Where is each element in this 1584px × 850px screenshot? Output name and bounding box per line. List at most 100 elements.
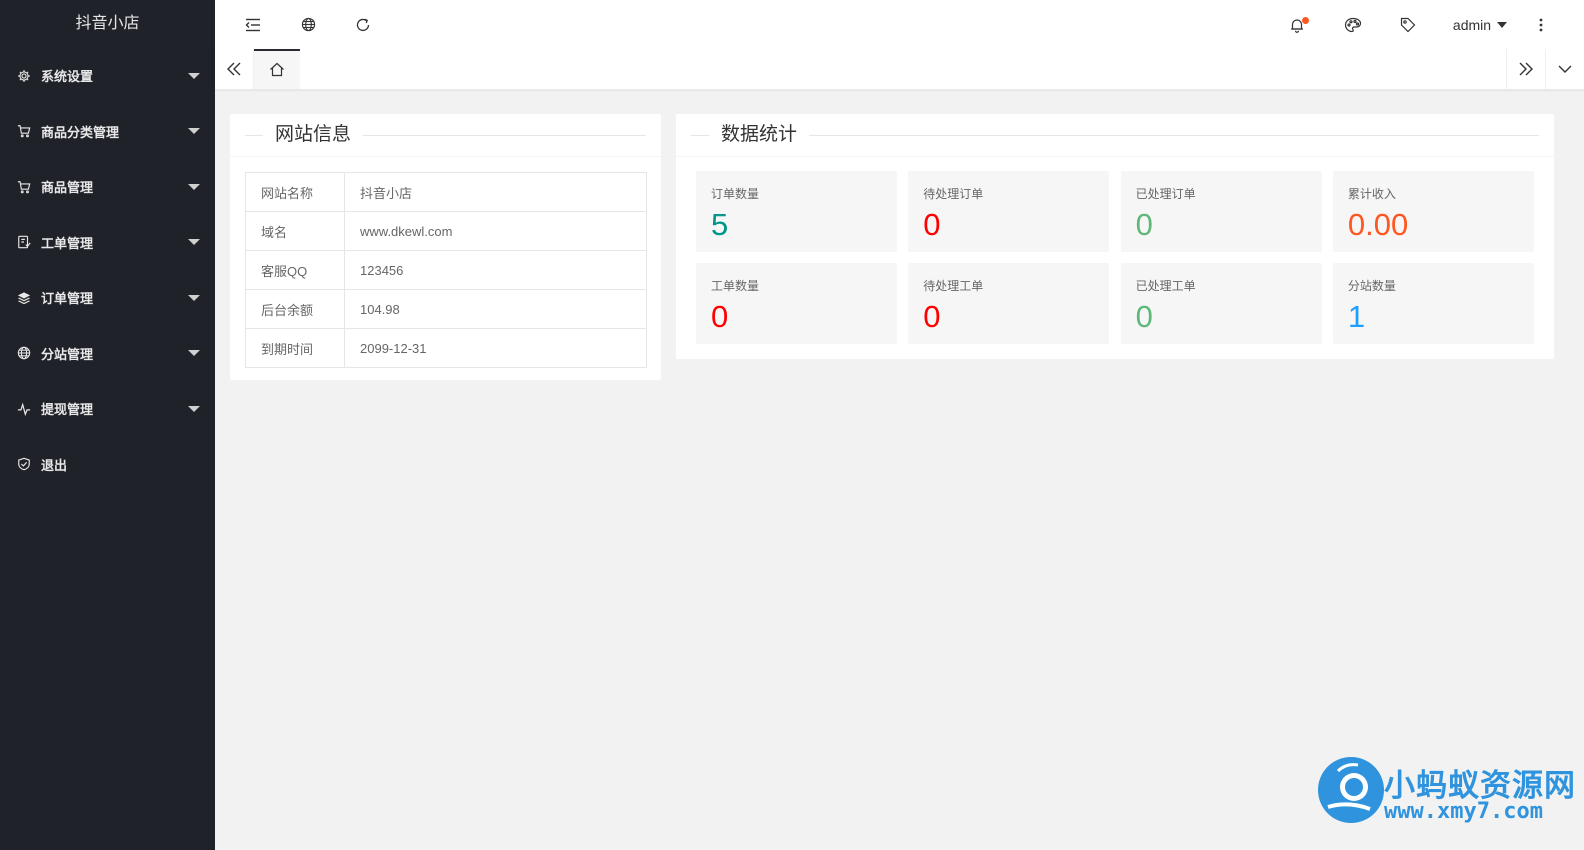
sidebar-item-label: 商品分类管理 — [41, 124, 120, 140]
ticket-icon — [17, 235, 31, 249]
site-info-table: 网站名称 抖音小店 域名 www.dkewl.com 客服QQ 123456 后台余额 104… — [245, 172, 647, 368]
info-key: 到期时间 — [245, 328, 345, 368]
more-button[interactable] — [1529, 0, 1553, 49]
table-row: 网站名称 抖音小店 — [245, 172, 647, 212]
stat-tile: 已处理订单 0 — [1120, 171, 1322, 252]
watermark-url: www.xmy7.com — [1384, 799, 1543, 824]
tag-icon — [1400, 17, 1416, 32]
stat-label: 待处理工单 — [923, 279, 984, 293]
info-value: 2099-12-31 — [344, 328, 647, 368]
caret-down-icon — [188, 239, 200, 246]
caret-down-icon — [188, 294, 200, 301]
sidebar-item-2[interactable]: 商品管理 — [0, 159, 215, 215]
sidebar-nav: 系统设置商品分类管理 商品管理工单管理订单管理分站管理提现管理退出 — [0, 48, 215, 492]
layers-icon — [17, 291, 31, 305]
shield-icon — [17, 457, 31, 471]
notification-button[interactable] — [1283, 0, 1311, 49]
stat-value: 0 — [711, 299, 729, 334]
sidebar-item-label: 商品管理 — [41, 180, 94, 196]
username-label: admin — [1452, 16, 1492, 33]
cart-icon — [17, 124, 31, 138]
stat-label: 待处理订单 — [923, 187, 984, 201]
divider — [691, 135, 1539, 136]
stat-tile: 累计收入 0.00 — [1332, 171, 1534, 252]
home-icon — [270, 62, 284, 76]
tab-scroll-right-button[interactable] — [1506, 49, 1545, 89]
user-menu[interactable]: admin — [1445, 0, 1515, 49]
caret-down-icon — [188, 128, 200, 135]
stat-tile: 订单数量 5 — [696, 171, 897, 252]
stat-value: 0 — [923, 207, 941, 242]
sidebar-item-label: 系统设置 — [41, 69, 94, 85]
palette-icon — [1344, 17, 1362, 32]
frontend-button[interactable] — [294, 0, 322, 49]
stat-label: 已处理工单 — [1135, 279, 1196, 293]
sidebar-item-1[interactable]: 商品分类管理 — [0, 104, 215, 160]
sidebar-item-6[interactable]: 提现管理 — [0, 381, 215, 437]
more-vertical-icon — [1539, 18, 1543, 31]
sidebar-item-3[interactable]: 工单管理 — [0, 215, 215, 271]
info-value: 104.98 — [344, 289, 647, 329]
info-key: 后台余额 — [245, 289, 345, 329]
site-info-card: 网站信息 网站名称 抖音小店 域名 www.dkewl.com 客服QQ 123456 后台… — [230, 114, 661, 380]
top-header: admin — [215, 0, 1584, 50]
caret-down-icon — [188, 350, 200, 357]
table-row: 域名 www.dkewl.com — [245, 211, 647, 251]
tab-bar — [215, 49, 1584, 90]
stat-tile: 分站数量 1 — [1332, 263, 1534, 344]
refresh-button[interactable] — [349, 0, 377, 49]
caret-down-icon — [188, 183, 200, 190]
pulse-icon — [17, 402, 31, 416]
globe-icon — [301, 17, 315, 32]
collapse-menu-button[interactable] — [239, 0, 267, 49]
stat-label: 订单数量 — [711, 187, 760, 201]
stats-title: 数据统计 — [709, 123, 810, 147]
site-info-header: 网站信息 — [230, 114, 661, 157]
tab-home[interactable] — [254, 49, 300, 89]
stats-card: 数据统计 订单数量 5 待处理订单 0 已处理订单 0 累计收入 0.00 工单数量 0 待处理工单… — [676, 114, 1554, 359]
tab-options-button[interactable] — [1545, 49, 1584, 89]
tab-scroll-left-button[interactable] — [215, 49, 254, 89]
menu-fold-icon — [245, 18, 260, 31]
stat-tile: 待处理工单 0 — [908, 263, 1110, 344]
theme-button[interactable] — [1339, 0, 1367, 49]
table-row: 客服QQ 123456 — [245, 250, 647, 290]
sidebar-item-label: 退出 — [41, 457, 68, 473]
sidebar-item-0[interactable]: 系统设置 — [0, 48, 215, 104]
info-key: 客服QQ — [245, 250, 345, 290]
info-value: 123456 — [344, 250, 647, 290]
gear-icon — [17, 69, 31, 83]
table-row: 后台余额 104.98 — [245, 289, 647, 329]
stat-tile: 工单数量 0 — [696, 263, 897, 344]
sidebar-item-5[interactable]: 分站管理 — [0, 326, 215, 382]
tag-button[interactable] — [1394, 0, 1422, 49]
caret-down-icon — [188, 72, 200, 79]
table-row: 到期时间 2099-12-31 — [245, 328, 647, 368]
sidebar: 抖音小店 系统设置商品分类管理 商品管理工单管理订单管理分站管理提现管理退出 — [0, 0, 215, 850]
stat-tile: 已处理工单 0 — [1120, 263, 1322, 344]
stat-value: 0 — [1135, 207, 1153, 242]
stat-label: 分站数量 — [1347, 279, 1396, 293]
double-chevron-left-icon — [227, 62, 241, 76]
sidebar-item-label: 订单管理 — [41, 291, 94, 307]
ant-logo-icon — [1318, 757, 1384, 823]
stat-value: 0.00 — [1347, 207, 1409, 242]
refresh-icon — [356, 18, 370, 31]
notification-dot — [1302, 17, 1309, 24]
globe-icon — [17, 346, 31, 360]
stat-value: 0 — [1135, 299, 1153, 334]
chevron-down-icon — [1558, 65, 1572, 73]
info-key: 网站名称 — [245, 172, 345, 212]
stat-value: 1 — [1347, 299, 1366, 334]
stat-value: 0 — [923, 299, 941, 334]
sidebar-item-4[interactable]: 订单管理 — [0, 270, 215, 326]
sidebar-item-label: 工单管理 — [41, 235, 94, 251]
caret-down-icon — [1497, 21, 1508, 28]
brand-logo[interactable]: 抖音小店 — [0, 0, 215, 48]
stat-value: 5 — [711, 207, 729, 242]
info-value: www.dkewl.com — [344, 211, 647, 251]
sidebar-item-label: 分站管理 — [41, 346, 94, 362]
sidebar-item-7[interactable]: 退出 — [0, 437, 215, 493]
sidebar-item-label: 提现管理 — [41, 402, 94, 418]
double-chevron-right-icon — [1519, 62, 1533, 76]
